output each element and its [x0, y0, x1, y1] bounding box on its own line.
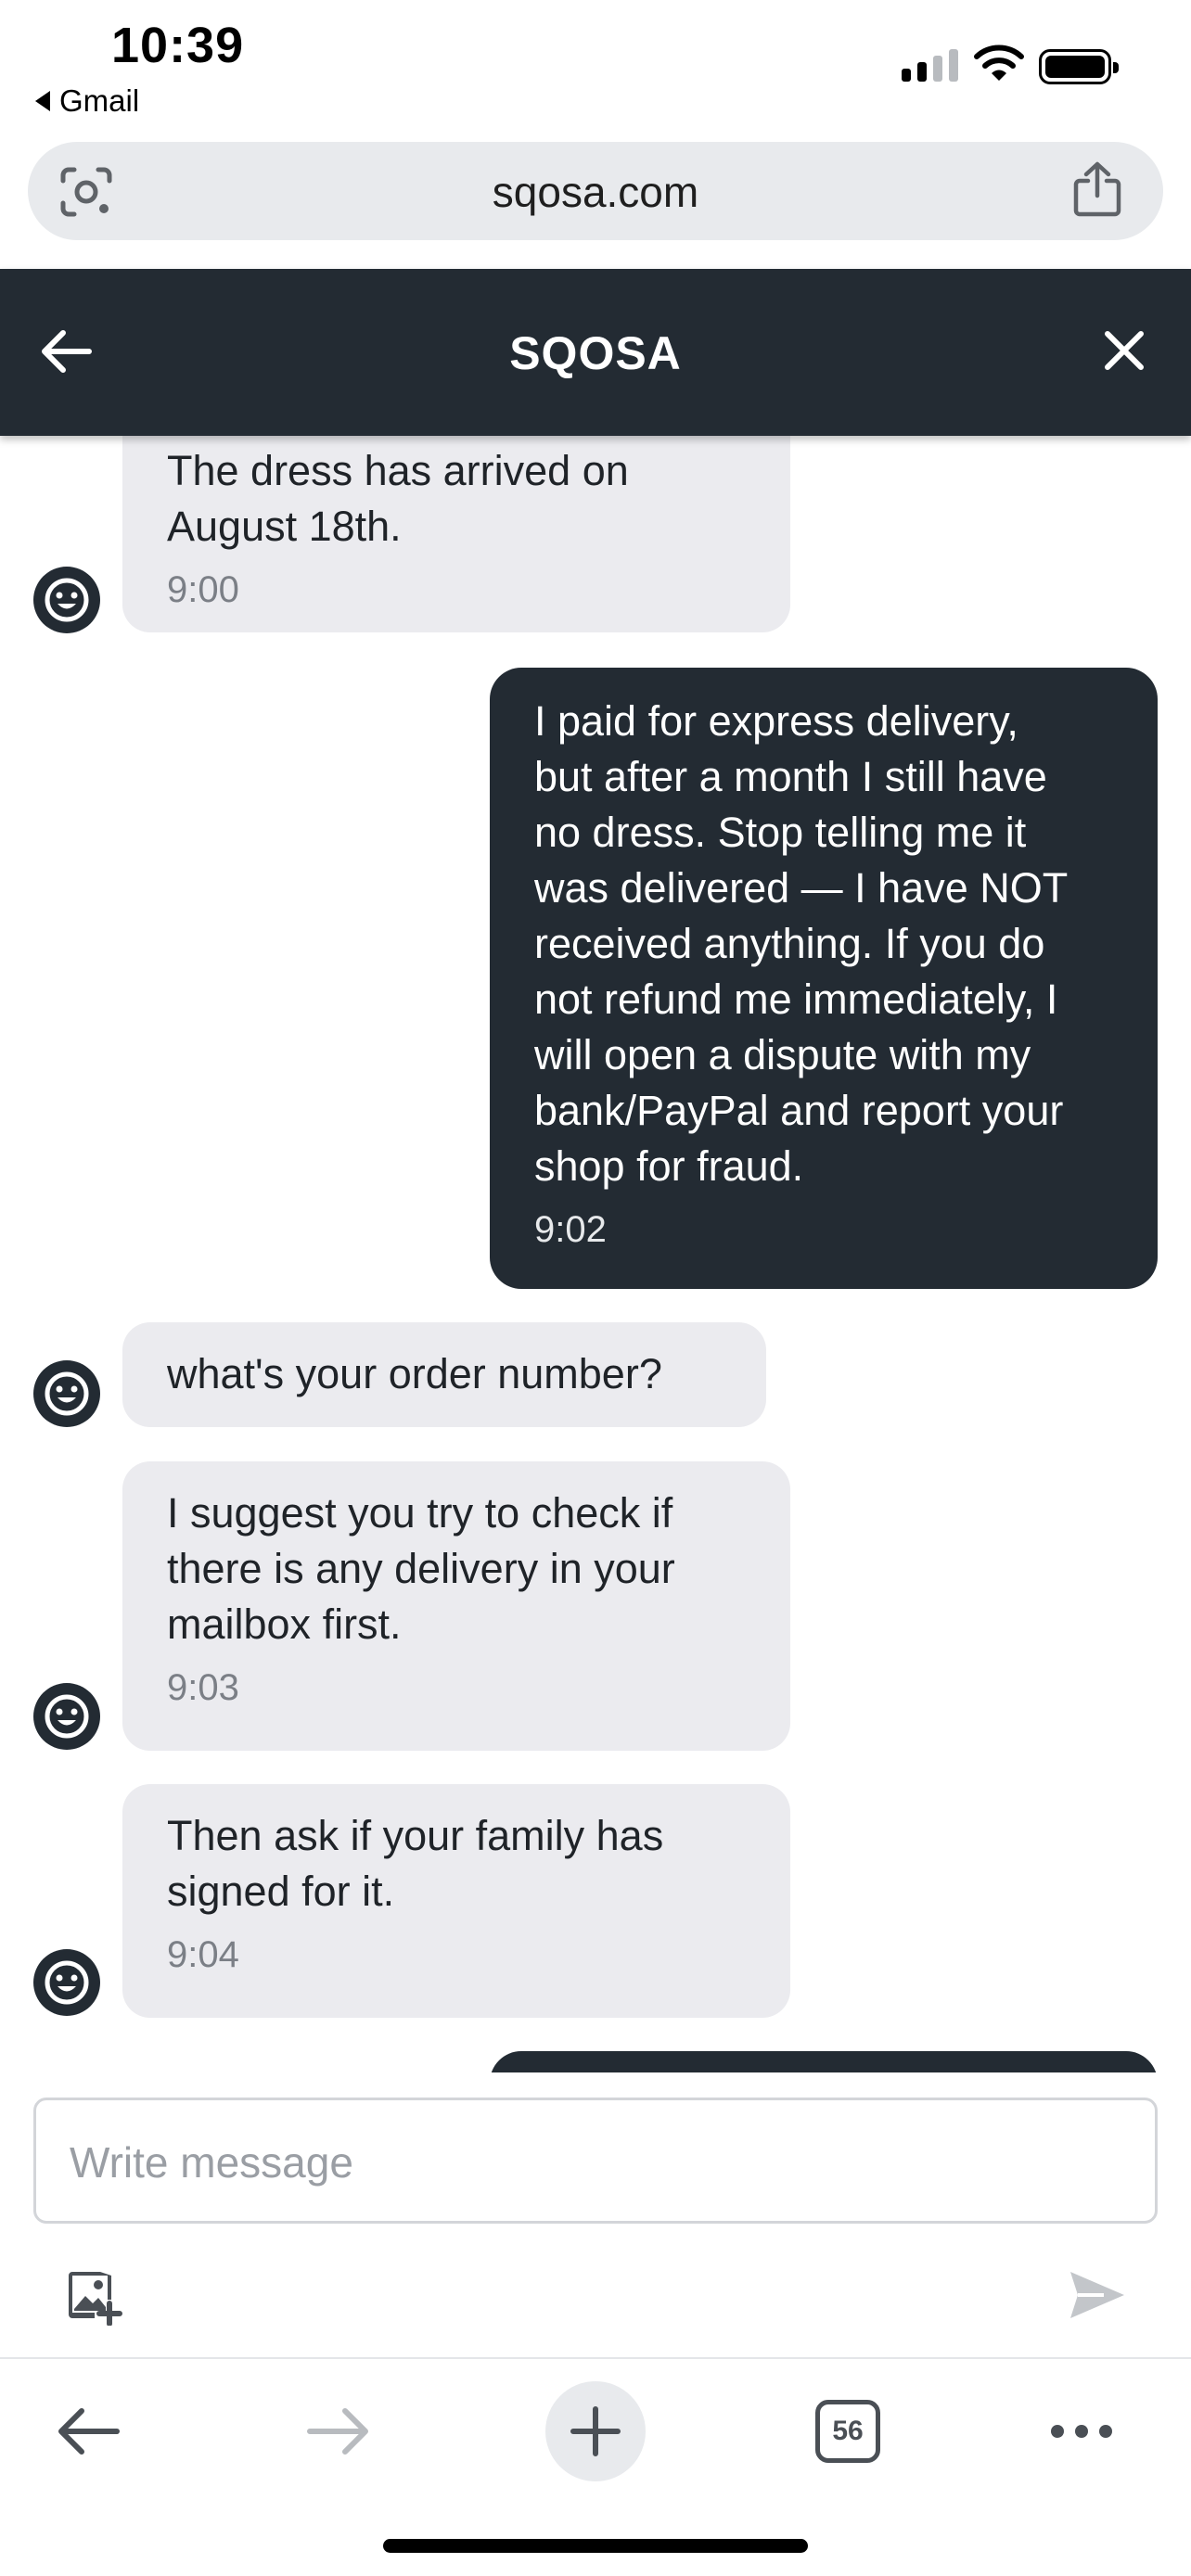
message-composer[interactable] — [33, 2098, 1158, 2224]
back-button[interactable] — [46, 2385, 130, 2478]
message-text: I paid for express delivery, but after a… — [534, 697, 1069, 1190]
message-text: what's your order number? — [167, 1350, 662, 1397]
status-time: 10:39 — [111, 18, 245, 73]
address-bar[interactable]: sqosa.com — [28, 142, 1163, 240]
back-to-app-link[interactable]: Gmail — [35, 83, 139, 119]
send-icon[interactable] — [1067, 2268, 1126, 2322]
url-text[interactable]: sqosa.com — [28, 167, 1163, 217]
status-bar: 10:39 Gmail — [0, 0, 1191, 139]
message-time: 9:00 — [167, 569, 239, 610]
new-tab-button[interactable] — [545, 2381, 646, 2481]
cellular-signal-icon — [902, 48, 958, 82]
chat-header: SQOSA — [0, 269, 1191, 436]
message-time: 9:02 — [534, 1209, 607, 1250]
home-indicator[interactable] — [383, 2539, 808, 2553]
battery-icon — [1039, 49, 1119, 84]
close-icon[interactable] — [1098, 325, 1150, 376]
back-triangle-icon — [35, 91, 50, 111]
image-add-icon[interactable] — [65, 2268, 124, 2326]
incoming-message: what's your order number? — [122, 1322, 766, 1427]
incoming-message: The dress has arrived on August 18th. 9:… — [122, 436, 790, 632]
wifi-icon — [974, 45, 1024, 81]
incoming-message: Then ask if your family has signed for i… — [122, 1784, 790, 2018]
message-text: Then ask if your family has signed for i… — [167, 1812, 664, 1915]
back-app-label: Gmail — [59, 83, 140, 118]
tabs-icon: 56 — [815, 2400, 880, 2463]
smiley-face-icon — [33, 1683, 100, 1750]
message-text: I suggest you try to check if there is a… — [167, 1489, 675, 1648]
message-input[interactable] — [70, 2137, 1108, 2187]
outgoing-message — [490, 2051, 1158, 2072]
message-text: The dress has arrived on August 18th. — [167, 447, 629, 550]
tab-switcher-button[interactable]: 56 — [813, 2385, 883, 2478]
smiley-face-icon — [33, 567, 100, 633]
share-icon[interactable] — [1072, 160, 1122, 218]
smiley-face-icon — [33, 1949, 100, 2016]
back-arrow-icon — [58, 2408, 120, 2455]
message-time: 9:04 — [167, 1934, 239, 1975]
smiley-face-icon — [33, 1360, 100, 1427]
incoming-message: I suggest you try to check if there is a… — [122, 1461, 790, 1751]
outgoing-message: I paid for express delivery, but after a… — [490, 668, 1158, 1289]
message-time: 9:03 — [167, 1667, 239, 1708]
forward-arrow-icon — [307, 2408, 368, 2455]
more-button[interactable] — [1044, 2385, 1119, 2478]
more-icon — [1051, 2425, 1112, 2438]
chat-title: SQOSA — [509, 327, 682, 379]
message-list[interactable]: The dress has arrived on August 18th. 9:… — [0, 436, 1191, 2072]
forward-button[interactable] — [297, 2385, 380, 2478]
tab-count: 56 — [832, 2416, 864, 2446]
plus-icon — [570, 2406, 621, 2456]
